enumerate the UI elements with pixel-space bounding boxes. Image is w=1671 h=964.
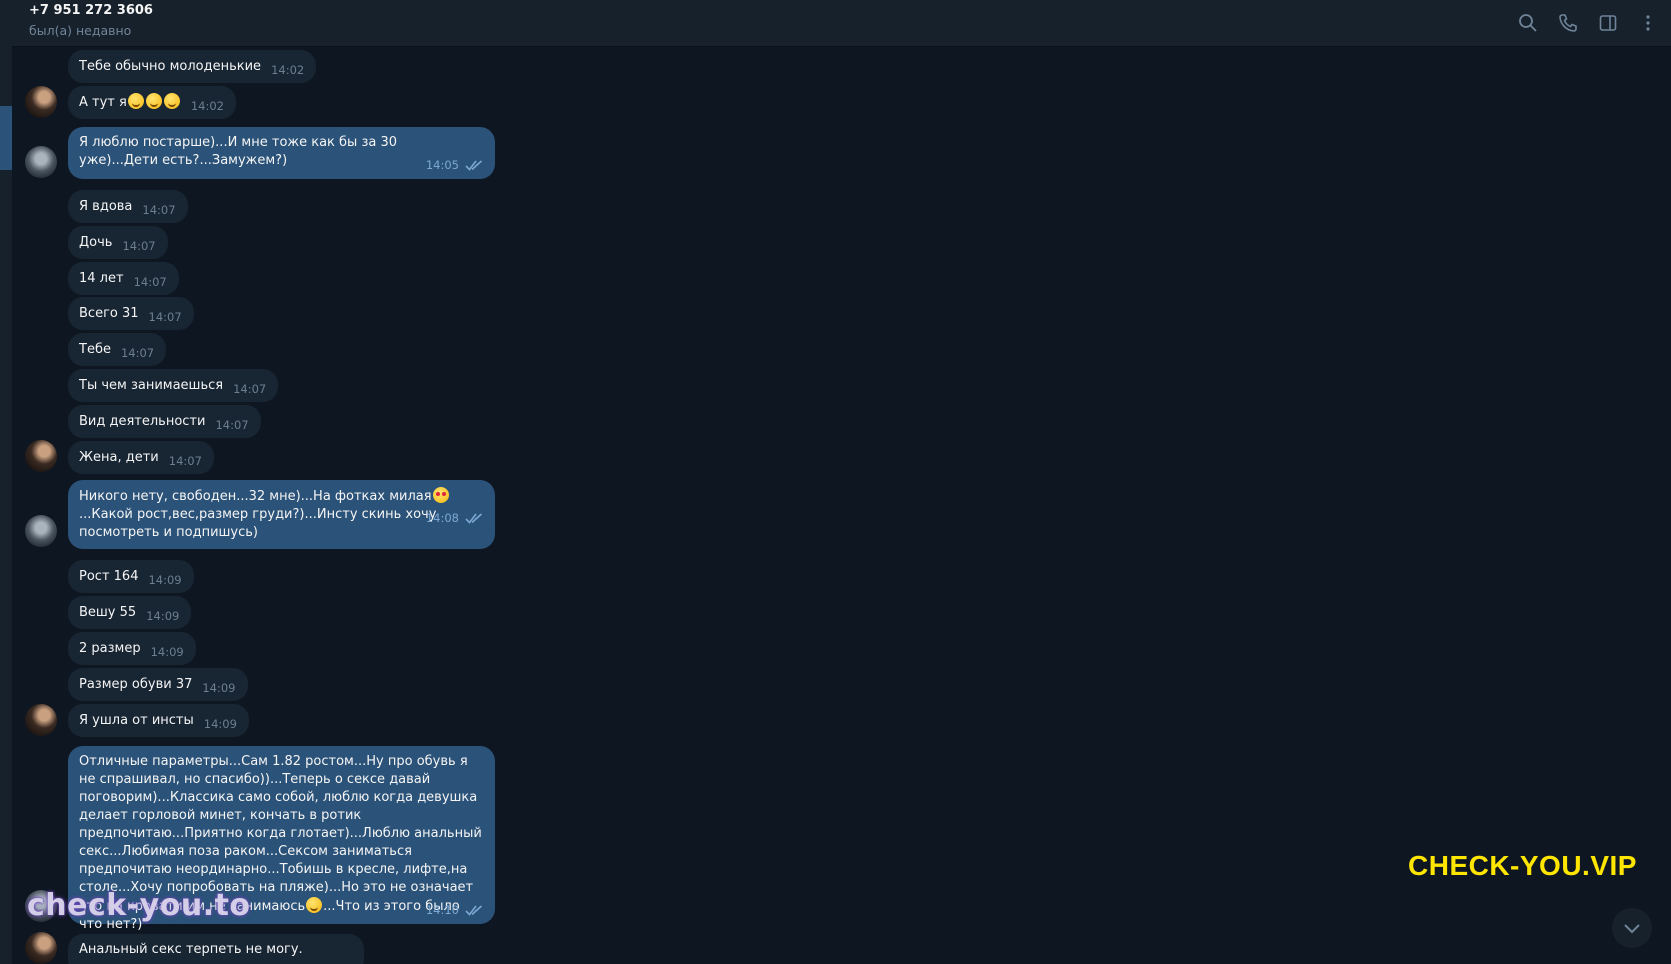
message-text: Размер обуви 37 <box>79 677 193 692</box>
message-in[interactable]: Ты чем занимаешься 14:07 <box>68 369 279 402</box>
avatar[interactable] <box>25 515 57 547</box>
message-time: 14:09 <box>148 573 182 587</box>
message-text: Жена, дети <box>79 450 159 465</box>
message-time: 14:09 <box>146 609 180 623</box>
message-time: 14:09 <box>150 645 184 659</box>
message-text: Вид деятельности <box>79 414 206 429</box>
avatar[interactable] <box>25 440 57 472</box>
message-in[interactable]: Рост 164 14:09 <box>68 560 194 593</box>
grin-emoji-icon <box>163 93 180 109</box>
message-in[interactable]: Анальный секс терпеть не могу. <box>68 934 364 964</box>
message-in[interactable]: Вешу 55 14:09 <box>68 596 192 629</box>
message-in[interactable]: Тебе 14:07 <box>68 333 167 366</box>
message-in[interactable]: Я ушла от инсты 14:09 <box>68 704 249 737</box>
message-time: 14:02 <box>190 99 224 113</box>
message-text: 2 размер <box>79 641 141 656</box>
message-time: 14:07 <box>215 418 249 432</box>
contact-name[interactable]: +7 951 272 3606 <box>29 3 153 18</box>
double-check-icon <box>465 513 483 524</box>
message-in[interactable]: Размер обуви 37 14:09 <box>68 668 248 701</box>
message-text: ...Какой рост,вес,размер груди?)...Инсту… <box>79 507 437 540</box>
message-in[interactable]: Всего 31 14:07 <box>68 297 194 330</box>
message-in[interactable]: Тебе обычно молоденькие 14:02 <box>68 50 317 83</box>
message-out[interactable]: Никого нету, свободен...32 мне)...На фот… <box>68 480 495 549</box>
more-vert-icon[interactable] <box>1635 10 1661 36</box>
sidebar-toggle-icon[interactable] <box>1595 10 1621 36</box>
message-time: 14:07 <box>148 310 182 324</box>
telegram-chat-window: +7 951 272 3606 был(а) недавно Тебе обыч… <box>0 0 1671 964</box>
watermark-right: CHECK-YOU.VIP <box>1408 850 1637 881</box>
chat-list-strip[interactable] <box>0 0 12 964</box>
message-text: Ты чем занимаешься <box>79 378 224 393</box>
message-in[interactable]: Я вдова 14:07 <box>68 190 188 223</box>
scroll-to-bottom-button[interactable] <box>1612 908 1652 948</box>
message-time: 14:09 <box>202 681 236 695</box>
active-chat-indicator <box>0 106 12 170</box>
message-text: Анальный секс терпеть не могу. <box>79 942 303 957</box>
grin-emoji-icon <box>145 93 162 109</box>
message-time: 14:07 <box>122 239 156 253</box>
message-time: 14:07 <box>233 382 267 396</box>
message-time: 14:02 <box>271 63 305 77</box>
message-time: 14:07 <box>120 346 155 360</box>
message-time: 14:05 <box>425 158 459 172</box>
message-text: Дочь <box>79 235 113 250</box>
message-in[interactable]: А тут я 14:02 <box>68 86 236 119</box>
message-in[interactable]: 14 лет 14:07 <box>68 262 179 295</box>
message-time: 14:07 <box>168 454 202 468</box>
message-text: Я люблю постарше)...И мне тоже как бы за… <box>79 135 398 168</box>
message-text: Никого нету, свободен...32 мне)...На фот… <box>79 489 432 504</box>
double-check-icon <box>465 160 483 171</box>
message-text: Вешу 55 <box>79 605 137 620</box>
message-out[interactable]: Я люблю постарше)...И мне тоже как бы за… <box>68 127 495 179</box>
message-text: Тебе обычно молоденькие <box>79 59 262 74</box>
watermark-left: check-you.to <box>27 888 251 923</box>
message-time: 14:09 <box>203 717 237 731</box>
message-time: 14:10 <box>425 903 459 917</box>
avatar[interactable] <box>25 704 57 736</box>
avatar[interactable] <box>25 86 57 118</box>
message-time: 14:08 <box>425 511 459 525</box>
message-text: Тебе <box>79 342 111 357</box>
double-check-icon <box>465 905 483 916</box>
message-in[interactable]: Дочь 14:07 <box>68 226 168 259</box>
message-text: Всего 31 <box>79 306 139 321</box>
chat-header: +7 951 272 3606 был(а) недавно <box>12 0 1671 47</box>
message-text: 14 лет <box>79 271 124 286</box>
message-in[interactable]: Вид деятельности 14:07 <box>68 405 261 438</box>
grin-emoji-icon <box>127 93 144 109</box>
avatar[interactable] <box>25 932 57 964</box>
avatar[interactable] <box>25 146 57 178</box>
message-time: 14:07 <box>133 275 167 289</box>
message-time: 14:07 <box>142 203 176 217</box>
chevron-down-icon <box>1624 924 1640 934</box>
search-icon[interactable] <box>1515 10 1541 36</box>
smile-emoji-icon <box>306 897 323 913</box>
message-text: Я ушла от инсты <box>79 713 194 728</box>
message-text: А тут я <box>79 95 127 110</box>
heart-eyes-emoji-icon <box>432 487 449 503</box>
contact-status: был(а) недавно <box>29 23 132 38</box>
phone-icon[interactable] <box>1555 10 1581 36</box>
message-text: Я вдова <box>79 199 133 214</box>
message-text: Рост 164 <box>79 569 139 584</box>
message-in[interactable]: 2 размер 14:09 <box>68 632 196 665</box>
message-in[interactable]: Жена, дети 14:07 <box>68 441 214 474</box>
